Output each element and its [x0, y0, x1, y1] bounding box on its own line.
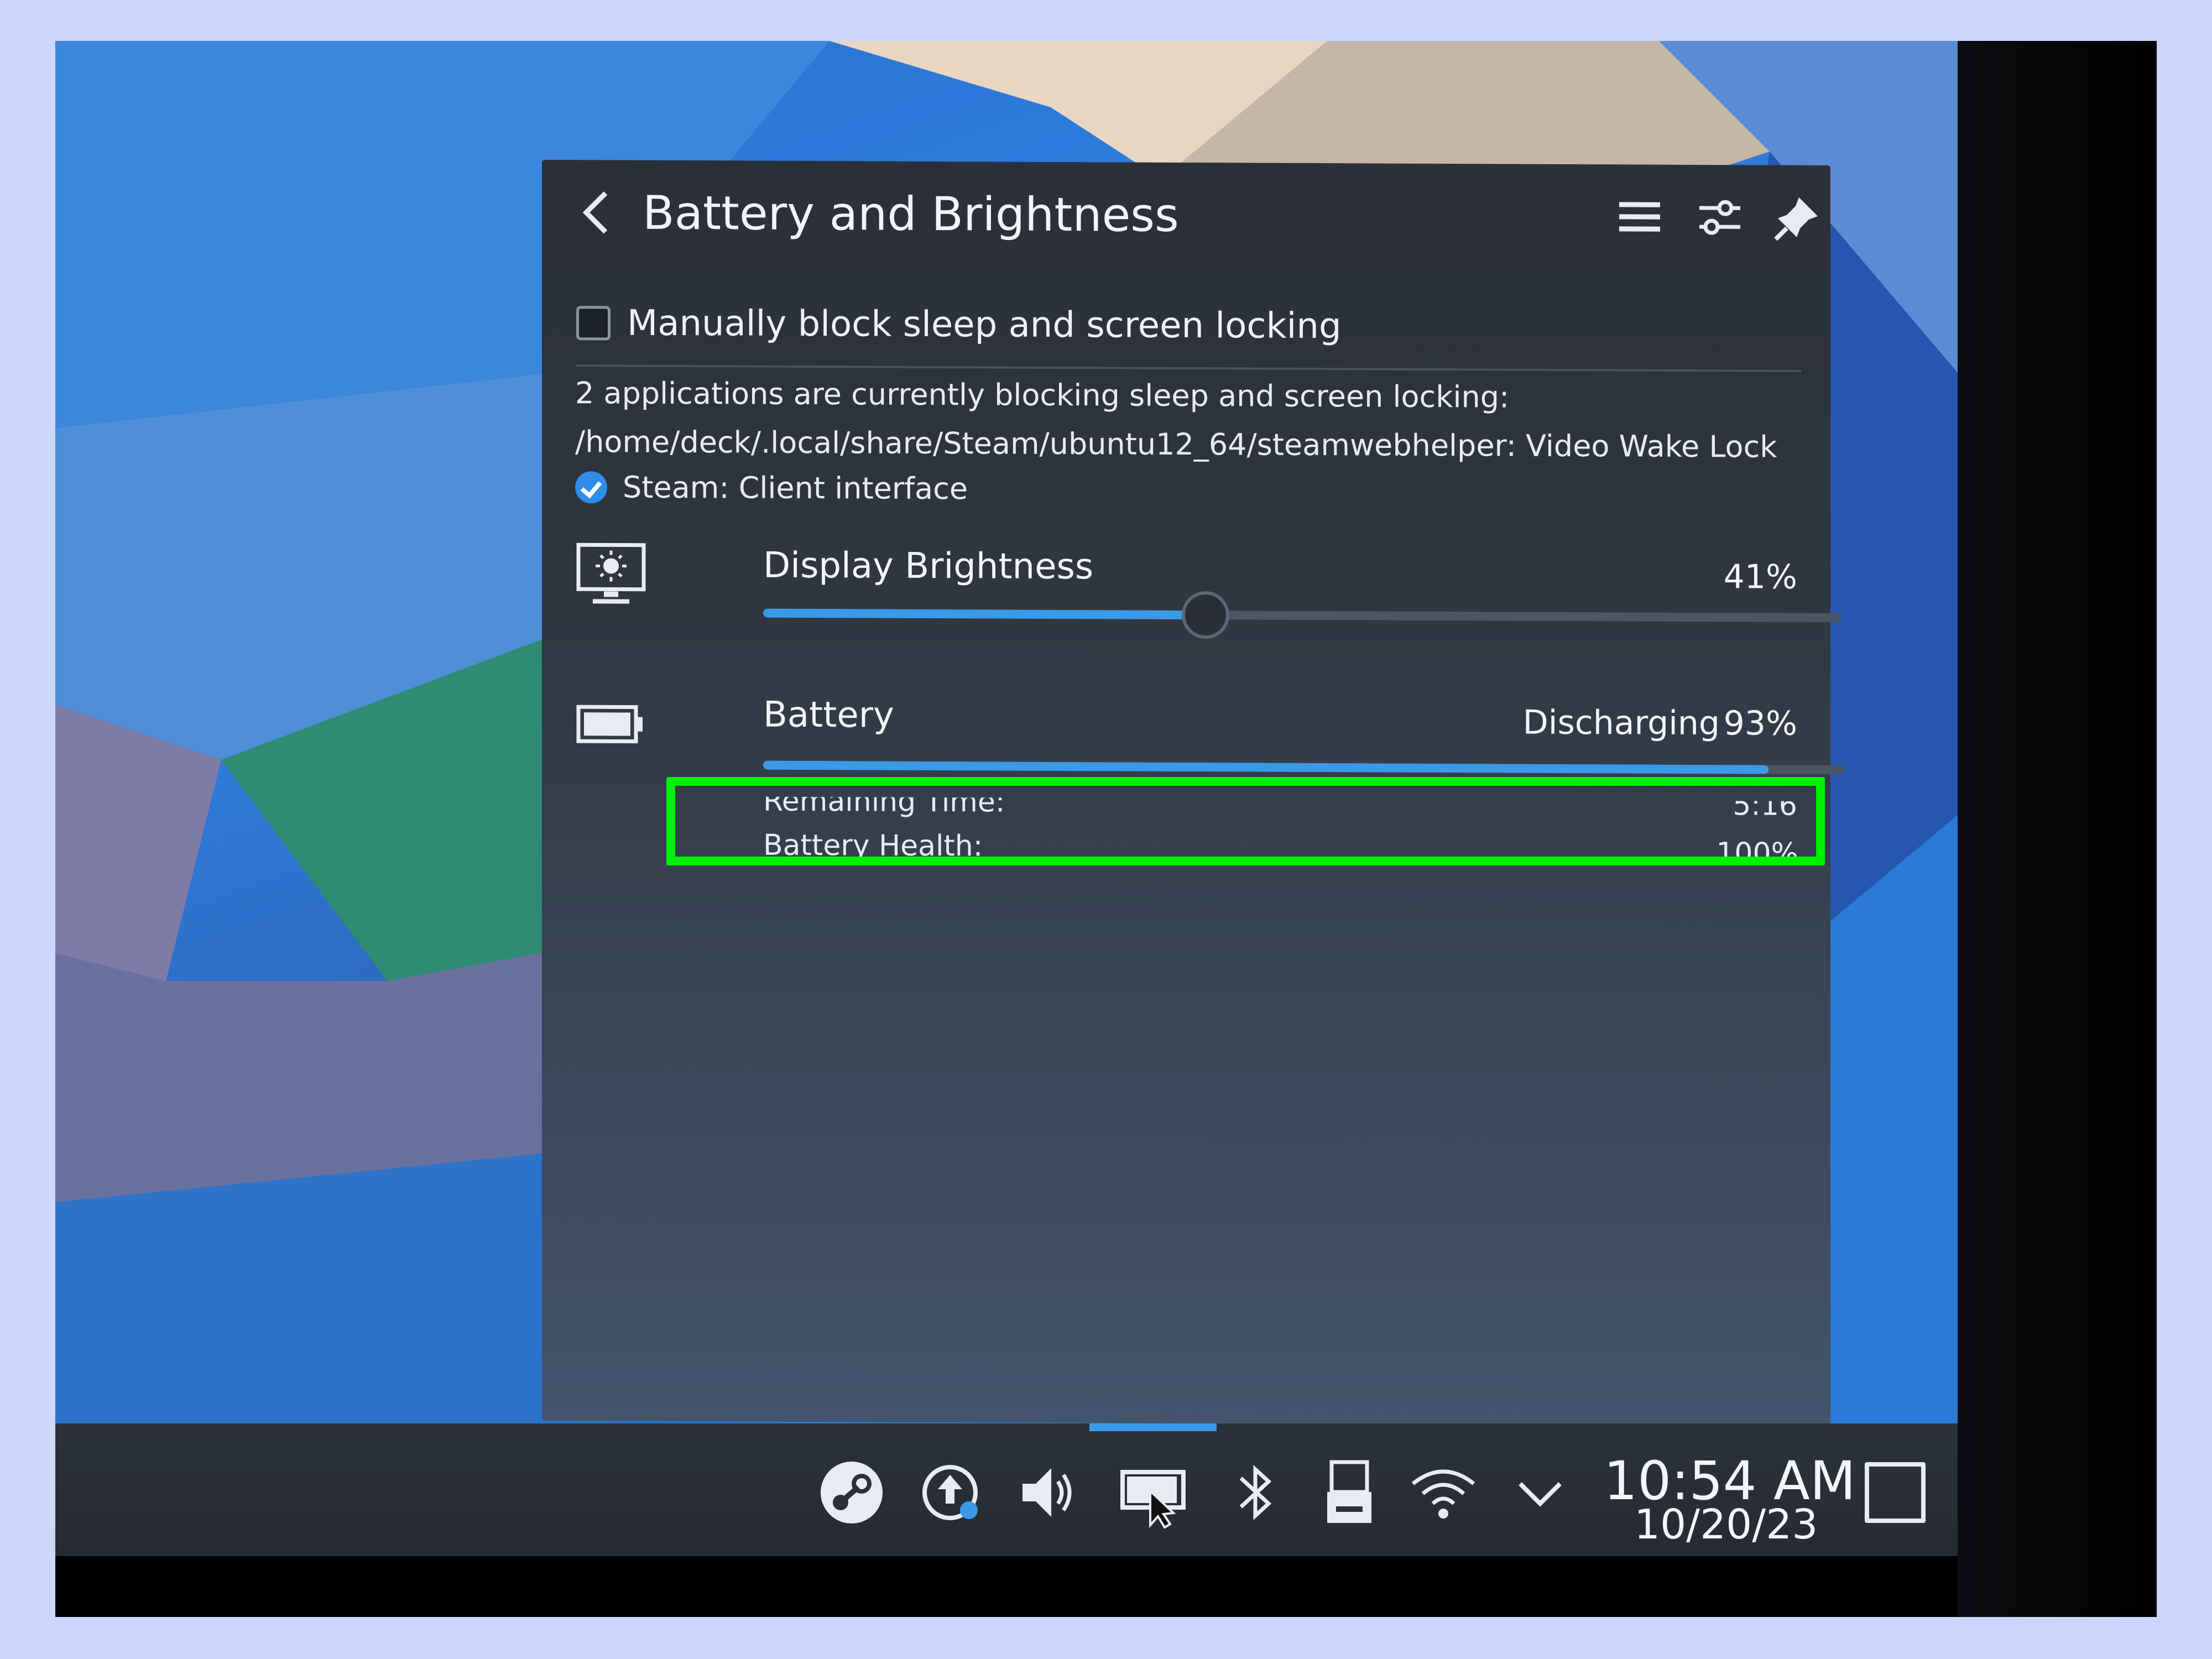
- taskbar: 10:54 AM 10/20/23: [55, 1423, 1958, 1556]
- display-brightness-icon: [575, 541, 647, 608]
- brightness-slider-fill: [763, 608, 1206, 620]
- battery-charge-bar: [763, 760, 1844, 775]
- popup-title: Battery and Brightness: [643, 185, 1179, 242]
- brightness-value: 41%: [1723, 557, 1797, 597]
- monitor-bezel: [55, 1556, 1958, 1617]
- block-sleep-checkbox[interactable]: [576, 306, 611, 341]
- blocker-label: Steam: Client interface: [623, 469, 968, 507]
- battery-health-highlight: [666, 777, 1825, 865]
- battery-percent: 93%: [1723, 704, 1797, 743]
- back-button[interactable]: [575, 182, 625, 243]
- expand-tray-icon[interactable]: [1504, 1457, 1576, 1528]
- show-desktop-button[interactable]: [1865, 1462, 1926, 1523]
- brightness-slider-handle[interactable]: [1181, 591, 1229, 639]
- configure-icon[interactable]: [1695, 192, 1745, 242]
- battery-brightness-icon[interactable]: [1117, 1457, 1189, 1528]
- pin-icon[interactable]: [1772, 193, 1822, 243]
- bluetooth-icon[interactable]: [1219, 1457, 1291, 1528]
- block-sleep-row[interactable]: Manually block sleep and screen locking: [576, 298, 1342, 351]
- wifi-icon[interactable]: [1407, 1457, 1479, 1528]
- battery-label: Battery: [763, 694, 894, 736]
- battery-icon: [575, 699, 647, 749]
- update-icon[interactable]: [915, 1457, 987, 1528]
- steam-icon[interactable]: [816, 1457, 888, 1528]
- blocker-item: Steam: Client interface: [575, 469, 968, 506]
- blocking-summary: 2 applications are currently blocking sl…: [575, 375, 1510, 415]
- battery-status: Discharging: [1522, 703, 1720, 743]
- blocker-item: /home/deck/.local/share/Steam/ubuntu12_6…: [575, 424, 1777, 465]
- volume-icon[interactable]: [1012, 1457, 1084, 1528]
- popup-header: Battery and Brightness: [542, 160, 1830, 276]
- brightness-slider[interactable]: [763, 591, 1841, 639]
- active-tray-indicator: [1089, 1423, 1217, 1431]
- chevron-left-icon: [582, 191, 608, 234]
- hamburger-menu-icon[interactable]: [1615, 192, 1665, 242]
- divider: [576, 364, 1801, 372]
- monitor-bezel: [1958, 41, 2157, 1617]
- storage-icon[interactable]: [1313, 1457, 1385, 1528]
- block-sleep-label: Manually block sleep and screen locking: [627, 302, 1342, 347]
- battery-charge-fill: [763, 760, 1769, 774]
- brightness-label: Display Brightness: [763, 545, 1094, 588]
- clock-date[interactable]: 10/20/23: [1634, 1501, 1818, 1548]
- checkmark-icon: [575, 471, 607, 503]
